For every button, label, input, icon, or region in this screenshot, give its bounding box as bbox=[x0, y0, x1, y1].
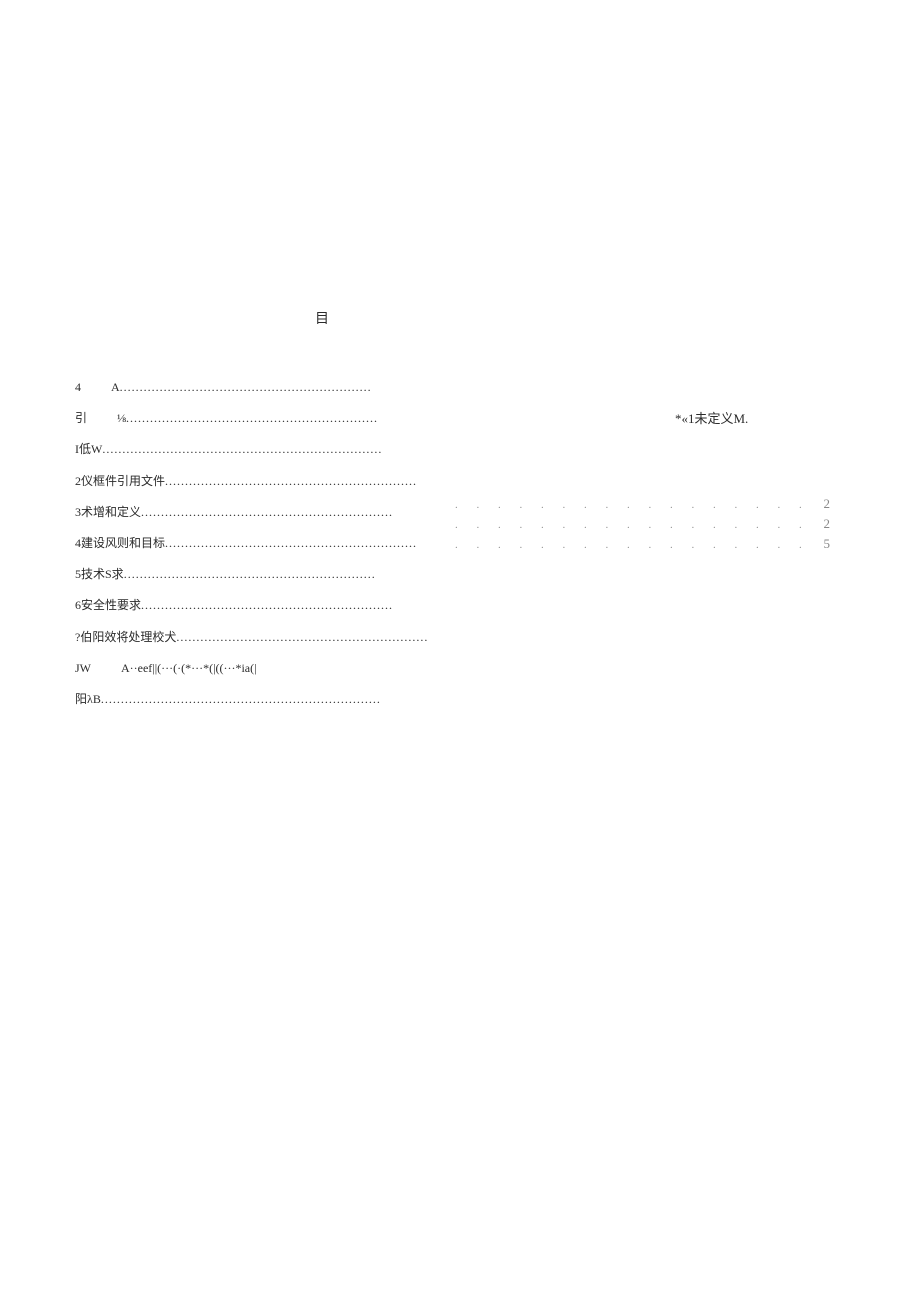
toc-label: 5技术S求 bbox=[75, 565, 124, 584]
toc-leader-right: . . . . . . . . . . . . . . . . . . . . … bbox=[455, 539, 816, 551]
toc-label: 阳λB bbox=[75, 690, 101, 709]
toc-leader: ........................................… bbox=[102, 440, 382, 459]
page-title: 目 bbox=[315, 312, 329, 327]
toc-entry: 2仪框件引用文件 ...............................… bbox=[75, 472, 845, 491]
toc-page-number: 2 bbox=[816, 496, 831, 512]
toc-label: 2仪框件引用文件 bbox=[75, 472, 165, 491]
toc-page-row: . . . . . . . . . . . . . . . . . . . . … bbox=[455, 496, 830, 512]
toc-page-row: . . . . . . . . . . . . . . . . . . . . … bbox=[455, 536, 830, 552]
page-title-row: 目 bbox=[75, 308, 845, 328]
toc-leader: ........................................… bbox=[141, 503, 421, 522]
toc-leader: ........................................… bbox=[165, 534, 445, 553]
toc-leader: ........................................… bbox=[120, 378, 400, 397]
toc-leader-right: . . . . . . . . . . . . . . . . . . . . … bbox=[455, 499, 816, 511]
toc-note: *«1未定义M. bbox=[675, 408, 748, 427]
toc-entry: 4 A ....................................… bbox=[75, 378, 845, 397]
toc-page-number: 2 bbox=[816, 516, 831, 532]
toc-page-number: 5 bbox=[816, 536, 831, 552]
toc-prefix: JW bbox=[75, 659, 91, 678]
toc-page-row: . . . . . . . . . . . . . . . . . . . . … bbox=[455, 516, 830, 532]
toc-label: A··eef||(···(·(*···*(|((···*ia(| bbox=[121, 659, 257, 678]
toc-leader: ........................................… bbox=[165, 472, 445, 491]
toc-label: 3术增和定义 bbox=[75, 503, 141, 522]
toc-label: 4建设风则和目标 bbox=[75, 534, 165, 553]
toc-entry: 阳λB ....................................… bbox=[75, 690, 845, 709]
table-of-contents: 4 A ....................................… bbox=[75, 378, 845, 709]
toc-leader: ........................................… bbox=[126, 409, 406, 428]
toc-label: ⅛ bbox=[117, 409, 126, 428]
toc-leader: ........................................… bbox=[124, 565, 404, 584]
toc-entry: ?伯阳效将处理校犬 ..............................… bbox=[75, 628, 845, 647]
toc-label: ?伯阳效将处理校犬 bbox=[75, 628, 176, 647]
toc-entry: 6安全性要求 .................................… bbox=[75, 596, 845, 615]
toc-label: I低W bbox=[75, 440, 102, 459]
toc-prefix: 引 bbox=[75, 409, 87, 428]
toc-leader: ........................................… bbox=[141, 596, 421, 615]
toc-leader: ........................................… bbox=[176, 628, 456, 647]
toc-entry: JW A··eef||(···(·(*···*(|((···*ia(| bbox=[75, 659, 845, 678]
toc-page-numbers: . . . . . . . . . . . . . . . . . . . . … bbox=[455, 496, 830, 556]
toc-entry: I低W ....................................… bbox=[75, 440, 845, 459]
toc-leader: ........................................… bbox=[101, 690, 381, 709]
toc-prefix: 4 bbox=[75, 378, 81, 397]
toc-entry: 5技术S求 ..................................… bbox=[75, 565, 845, 584]
toc-label: 6安全性要求 bbox=[75, 596, 141, 615]
toc-label: A bbox=[111, 378, 120, 397]
toc-leader-right: . . . . . . . . . . . . . . . . . . . . … bbox=[455, 519, 816, 531]
document-page: 目 4 A ..................................… bbox=[75, 308, 845, 721]
